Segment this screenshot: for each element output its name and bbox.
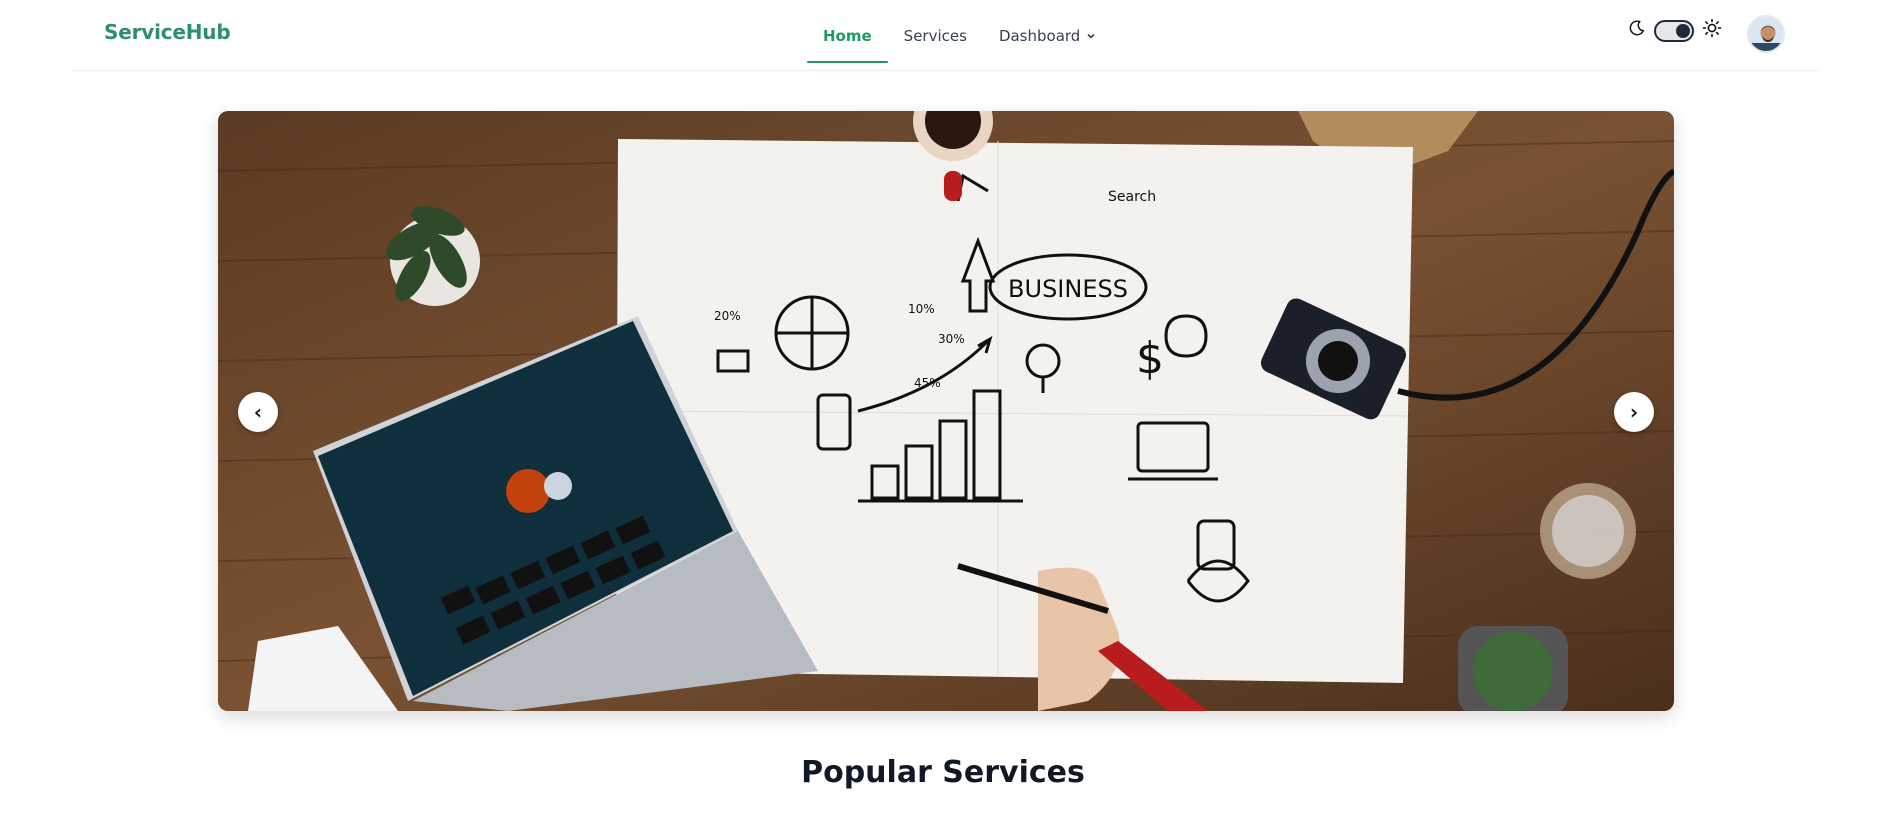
sketch-search: Search (1108, 189, 1156, 205)
section-title: Popular Services (801, 755, 1085, 790)
top-navbar: ServiceHub Home Services Dashboard (72, 0, 1818, 71)
chevron-down-icon (1086, 31, 1096, 41)
nav-dashboard-label: Dashboard (998, 26, 1081, 45)
hero-carousel: BUSINESS Search 20% 10% 30% 45% $ ‹ › (218, 111, 1674, 711)
nav-services[interactable]: Services (888, 9, 983, 63)
brand-logo[interactable]: ServiceHub (104, 20, 231, 44)
sketch-business: BUSINESS (1008, 275, 1128, 303)
carousel-next-button[interactable]: › (1614, 392, 1654, 432)
sun-icon (1702, 18, 1722, 43)
nav-dashboard[interactable]: Dashboard (983, 9, 1112, 63)
sketch-p20: 20% (714, 309, 741, 323)
svg-text:$: $ (1136, 333, 1164, 384)
hero-image: BUSINESS Search 20% 10% 30% 45% $ (218, 111, 1674, 711)
sketch-p30: 30% (938, 332, 965, 346)
theme-toggle[interactable] (1654, 19, 1694, 42)
carousel-prev-button[interactable]: ‹ (238, 392, 278, 432)
sketch-p10: 10% (908, 302, 935, 316)
theme-switcher (1628, 18, 1722, 43)
sketch-p45: 45% (914, 376, 941, 390)
main-nav: Home Services Dashboard (807, 0, 1112, 71)
nav-home[interactable]: Home (807, 9, 888, 63)
avatar[interactable] (1747, 15, 1785, 53)
toggle-knob (1676, 23, 1690, 38)
nav-services-label: Services (903, 26, 967, 45)
nav-home-label: Home (823, 26, 872, 45)
moon-icon (1628, 19, 1646, 42)
